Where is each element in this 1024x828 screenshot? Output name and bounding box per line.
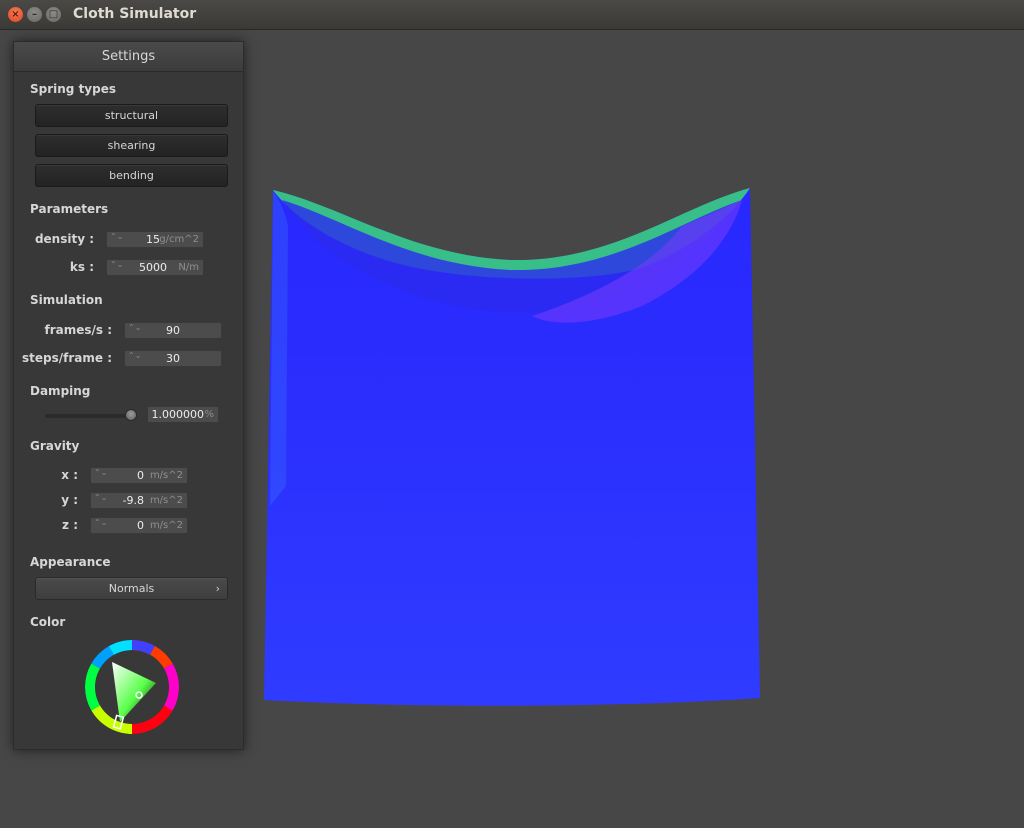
density-value: 15 — [146, 233, 160, 246]
color-heading: Color — [30, 615, 66, 629]
spinner-icon[interactable]: ⌃⌄ — [94, 519, 107, 527]
simulation-heading: Simulation — [30, 293, 103, 307]
settings-header[interactable]: Settings — [14, 42, 243, 72]
density-field[interactable]: ⌃⌄ 15 g/cm^2 — [106, 231, 204, 248]
bending-button[interactable]: bending — [35, 164, 228, 187]
gravity-y-unit: m/s^2 — [149, 495, 183, 506]
frames-label: frames/s : — [44, 323, 112, 337]
density-unit: g/cm^2 — [159, 234, 199, 245]
appearance-heading: Appearance — [30, 555, 111, 569]
gravity-x-field[interactable]: ⌃⌄ 0 m/s^2 — [90, 467, 188, 484]
damping-heading: Damping — [30, 384, 91, 398]
damping-slider-handle[interactable] — [124, 409, 137, 421]
appearance-dropdown[interactable]: Normals › — [35, 577, 228, 600]
title-bar: × – □ Cloth Simulator — [0, 0, 1024, 30]
gravity-x-value: 0 — [137, 469, 144, 482]
saturation-triangle[interactable] — [112, 662, 156, 722]
close-icon[interactable]: × — [8, 7, 23, 22]
gravity-x-unit: m/s^2 — [149, 470, 183, 481]
frames-value: 90 — [166, 324, 180, 337]
gravity-z-label: z : — [62, 518, 78, 532]
appearance-selected: Normals — [108, 582, 155, 595]
color-wheel[interactable] — [85, 640, 179, 734]
gravity-y-value: -9.8 — [122, 494, 144, 507]
gravity-x-label: x : — [61, 468, 78, 482]
parameters-heading: Parameters — [30, 202, 109, 216]
steps-label: steps/frame : — [22, 351, 112, 365]
spinner-icon[interactable]: ⌃⌄ — [94, 494, 107, 502]
frames-field[interactable]: ⌃⌄ 90 — [124, 322, 222, 339]
damping-unit: % — [204, 409, 214, 420]
ks-value: 5000 — [139, 261, 167, 274]
gravity-z-unit: m/s^2 — [149, 520, 183, 531]
spinner-icon[interactable]: ⌃⌄ — [110, 261, 123, 269]
cloth-viewport[interactable] — [262, 186, 764, 710]
spring-types-heading: Spring types — [30, 82, 117, 96]
gravity-y-field[interactable]: ⌃⌄ -9.8 m/s^2 — [90, 492, 188, 509]
gravity-z-value: 0 — [137, 519, 144, 532]
gravity-z-field[interactable]: ⌃⌄ 0 m/s^2 — [90, 517, 188, 534]
damping-field[interactable]: 1.000000 % — [147, 406, 219, 423]
cloth-left-edge — [270, 190, 288, 506]
ks-label: ks : — [69, 260, 94, 274]
steps-value: 30 — [166, 352, 180, 365]
gravity-y-label: y : — [61, 493, 78, 507]
settings-panel: Settings Spring types structural shearin… — [13, 41, 244, 750]
minimize-icon[interactable]: – — [27, 7, 42, 22]
ks-unit: N/m — [178, 262, 199, 273]
steps-field[interactable]: ⌃⌄ 30 — [124, 350, 222, 367]
gravity-heading: Gravity — [30, 439, 80, 453]
shearing-button[interactable]: shearing — [35, 134, 228, 157]
spinner-icon[interactable]: ⌃⌄ — [94, 469, 107, 477]
density-label: density : — [34, 232, 94, 246]
spinner-icon[interactable]: ⌃⌄ — [110, 233, 123, 241]
chevron-right-icon: › — [215, 582, 220, 595]
damping-value: 1.000000 — [151, 408, 205, 421]
maximize-icon[interactable]: □ — [46, 7, 61, 22]
structural-button[interactable]: structural — [35, 104, 228, 127]
window-title: Cloth Simulator — [73, 6, 197, 22]
damping-slider-track[interactable] — [45, 414, 135, 418]
ks-field[interactable]: ⌃⌄ 5000 N/m — [106, 259, 204, 276]
